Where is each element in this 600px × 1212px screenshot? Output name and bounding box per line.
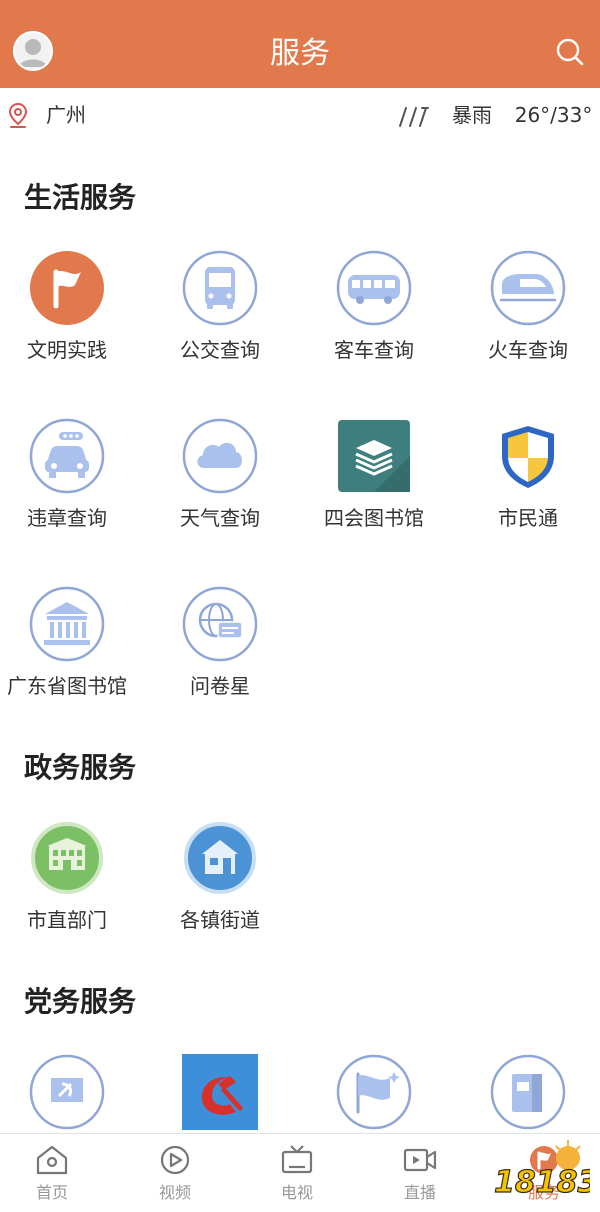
section-title-gov: 政务服务 [24, 751, 137, 784]
service-label: 各镇街道 [180, 908, 260, 932]
cloud-icon [182, 418, 258, 494]
tab-label: 直播 [403, 1183, 436, 1202]
search-button[interactable] [553, 35, 587, 69]
tab-label: 视频 [158, 1183, 191, 1202]
house-icon [184, 822, 256, 894]
tv-icon [281, 1145, 313, 1174]
section-title-party: 党务服务 [24, 985, 137, 1018]
tab-live[interactable]: 直播 [360, 1134, 480, 1212]
party-flag-icon [29, 1054, 105, 1130]
service-party-2[interactable] [143, 1054, 297, 1133]
service-label: 广东省图书馆 [7, 674, 127, 698]
service-civilization-practice[interactable]: 文明实践 [0, 250, 144, 390]
service-label: 市民通 [498, 506, 558, 530]
globe-chat-icon [182, 586, 258, 662]
weather-condition: 暴雨 [452, 103, 492, 127]
service-town-streets[interactable]: 各镇街道 [143, 820, 297, 960]
search-icon [556, 38, 584, 66]
service-label: 天气查询 [180, 506, 260, 530]
weather-temperature: 26°/33° [514, 103, 593, 127]
books-icon [338, 420, 410, 492]
train-icon [490, 250, 566, 326]
service-guangdong-library[interactable]: 广东省图书馆 [0, 586, 144, 726]
party-book-icon [490, 1054, 566, 1130]
tab-video[interactable]: 视频 [115, 1134, 235, 1212]
location-pin-icon [8, 102, 28, 130]
tab-tv[interactable]: 电视 [237, 1134, 357, 1212]
section-title-life: 生活服务 [24, 181, 137, 214]
app-header: 服务 [0, 0, 600, 88]
service-label: 公交查询 [180, 338, 260, 362]
service-weather-query[interactable]: 天气查询 [143, 418, 297, 558]
service-label: 火车查询 [488, 338, 568, 362]
service-coach-query[interactable]: 客车查询 [297, 250, 451, 390]
service-city-departments[interactable]: 市直部门 [0, 820, 144, 960]
service-party-1[interactable] [0, 1054, 144, 1133]
tab-label: 电视 [280, 1183, 313, 1202]
page-title: 服务 [270, 36, 330, 71]
play-circle-icon [160, 1145, 190, 1175]
service-label: 文明实践 [27, 338, 107, 362]
service-label: 市直部门 [27, 908, 107, 932]
flag-icon [30, 251, 104, 325]
coach-icon [336, 250, 412, 326]
weather-summary: 暴雨 26°/33° [452, 100, 592, 130]
waving-flag-icon [336, 1054, 412, 1130]
service-label: 四会图书馆 [324, 506, 424, 530]
traffic-violation-car-icon [29, 418, 105, 494]
service-train-query[interactable]: 火车查询 [451, 250, 600, 390]
library-building-icon [29, 586, 105, 662]
heavy-rain-icon [398, 104, 432, 130]
shield-icon [502, 426, 554, 488]
service-party-3[interactable] [297, 1054, 451, 1133]
hammer-sickle-icon [182, 1054, 258, 1130]
video-camera-icon [403, 1148, 437, 1172]
service-label: 问卷星 [190, 674, 250, 698]
government-building-icon [31, 822, 103, 894]
tab-home[interactable]: 首页 [0, 1134, 112, 1212]
tab-label: 首页 [35, 1183, 68, 1202]
watermark-text: 18183 [494, 1165, 590, 1200]
service-label: 客车查询 [334, 338, 414, 362]
city-name[interactable]: 广州 [46, 100, 86, 130]
service-citizen-pass[interactable]: 市民通 [451, 418, 600, 558]
home-icon [36, 1145, 68, 1175]
service-bus-query[interactable]: 公交查询 [143, 250, 297, 390]
bus-icon [182, 250, 258, 326]
watermark-logo: 18183 [490, 1138, 599, 1204]
service-sihui-library[interactable]: 四会图书馆 [297, 418, 451, 558]
service-label: 违章查询 [27, 506, 107, 530]
service-violation-query[interactable]: 违章查询 [0, 418, 144, 558]
service-party-4[interactable] [451, 1054, 600, 1133]
service-questionnaire-star[interactable]: 问卷星 [143, 586, 297, 726]
